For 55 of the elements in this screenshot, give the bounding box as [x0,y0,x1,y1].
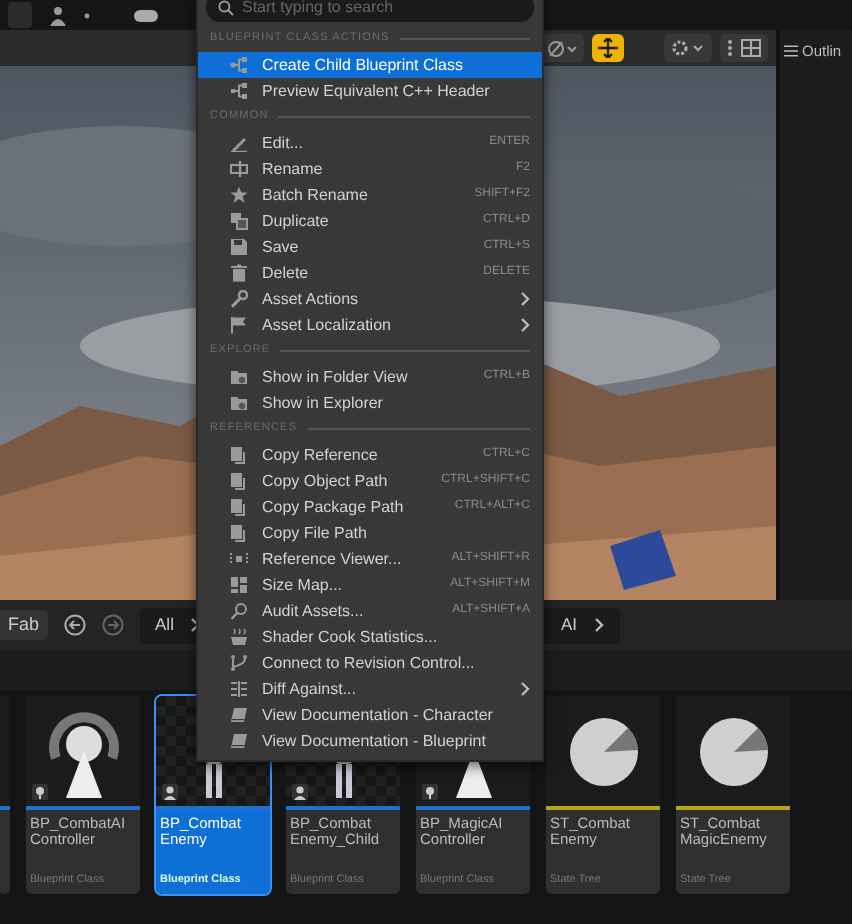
chevron-icon [520,682,530,696]
settings-dropdown[interactable] [664,34,712,62]
menu-item[interactable]: Diff Against... [198,676,542,702]
breadcrumb-link[interactable]: AI [560,612,578,638]
grid-icon [230,576,248,594]
menu-item[interactable]: Copy File Path [198,520,542,546]
menu-item[interactable]: Create Child Blueprint Class [198,52,542,78]
book-icon [230,706,248,724]
fab-button[interactable]: Fab [0,610,48,640]
asset-tile[interactable] [0,696,10,894]
menu-item[interactable]: Shader Cook Statistics... [198,624,542,650]
pie-icon [568,716,640,788]
menu-item[interactable]: Asset Actions [198,286,542,312]
back-icon[interactable] [63,614,86,636]
menu-item[interactable]: Asset Localization [198,312,542,338]
copy-icon [230,446,248,464]
copy-icon [230,498,248,516]
list-icon [784,44,798,59]
figure-icon[interactable] [48,5,68,25]
book-icon [230,732,248,750]
badge-icon [32,784,48,800]
pencil-icon [230,134,248,152]
trash-icon [230,264,248,282]
nodes-icon [230,550,248,568]
person-icon [292,784,308,800]
steam-icon [230,628,248,646]
badge-icon [422,784,438,800]
person-icon [162,784,178,800]
folder-icon [230,394,248,412]
wrench-icon [230,290,248,308]
fork-icon [230,654,248,672]
forward-icon[interactable] [101,614,124,636]
magnifier-icon [230,602,248,620]
menu-item[interactable]: Preview Equivalent C++ Header [198,78,542,104]
star-icon [230,186,248,204]
breadcrumb-link[interactable]: All [155,612,174,638]
menu-item[interactable]: Show in Explorer [198,390,542,416]
search-field[interactable]: Start typing to search [206,0,534,22]
folder-icon [230,368,248,386]
flag-icon [230,316,248,334]
copy-icon [230,472,248,490]
branch-icon [230,56,248,74]
controller-icon [44,706,124,798]
rename-icon [230,160,248,178]
save-icon [230,238,248,256]
pie-icon [698,716,770,788]
transform-button[interactable] [592,34,624,62]
layout-button[interactable] [720,34,768,62]
snap-dropdown[interactable] [540,34,584,62]
search-icon [218,0,234,15]
chevron-icon[interactable] [593,618,604,632]
duplicate-icon [230,212,248,230]
branch-icon [230,82,248,100]
diff-icon [230,680,248,698]
copy-icon [230,524,248,542]
